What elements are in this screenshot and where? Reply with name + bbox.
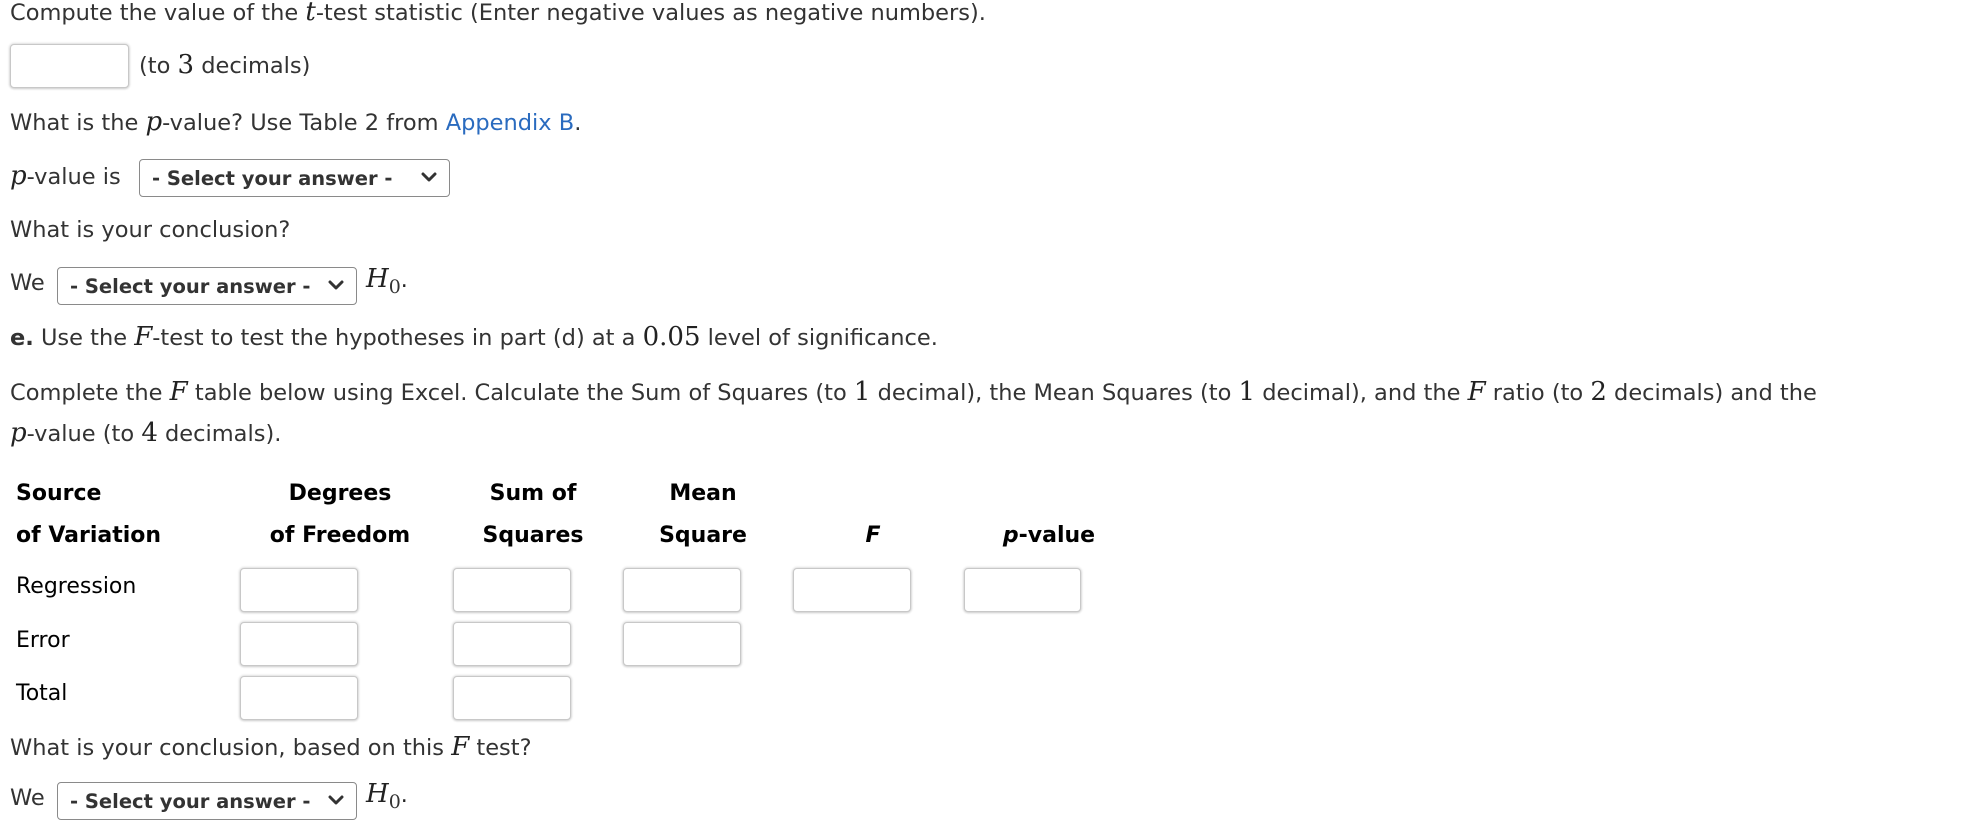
prompt-text: -test statistic (Enter negative values a…: [315, 0, 986, 26]
header-ss-1: Sum of: [489, 481, 577, 506]
regression-df-input[interactable]: [240, 568, 358, 612]
p-variable: p: [10, 418, 27, 448]
t-test-prompt: Compute the value of the t-test statisti…: [10, 0, 986, 27]
select-value: - Select your answer -: [70, 274, 311, 298]
hint-text: (to: [139, 53, 178, 79]
row-label-regression: Regression: [16, 574, 137, 599]
select-value: - Select your answer -: [152, 166, 393, 190]
f-variable: F: [134, 322, 153, 352]
prompt-text: decimal), the Mean Squares (to: [870, 380, 1239, 406]
we-label: We: [10, 270, 45, 296]
pvalue-prompt: What is the p-value? Use Table 2 from Ap…: [10, 107, 581, 137]
part-letter: e.: [10, 325, 34, 351]
hint-number: 3: [177, 50, 195, 80]
error-df-input[interactable]: [240, 622, 358, 666]
regression-f-input[interactable]: [793, 568, 911, 612]
conclusion-prompt: What is your conclusion?: [10, 217, 291, 243]
f-conclusion-prompt: What is your conclusion, based on this F…: [10, 732, 532, 762]
prompt-text: table below using Excel. Calculate the S…: [187, 380, 854, 406]
header-df-2: of Freedom: [269, 523, 411, 548]
instructions-line-2: p-value (to 4 decimals).: [10, 418, 281, 448]
f-variable: F: [169, 377, 188, 407]
prompt-text: decimal), and the: [1255, 380, 1468, 406]
conclusion-f-select[interactable]: - Select your answer -: [57, 782, 357, 820]
p-variable: p: [10, 161, 27, 191]
prompt-text: -value (to: [26, 421, 142, 447]
h-subscript: 0: [388, 276, 401, 298]
precision-number: 1: [853, 377, 871, 407]
error-ss-input[interactable]: [453, 622, 571, 666]
label-text: -value is: [26, 164, 121, 190]
h-letter: H: [366, 264, 389, 294]
chevron-down-icon: [328, 280, 344, 290]
prompt-text: -test to test the hypotheses in part (d)…: [152, 325, 643, 351]
prompt-text: decimals) and the: [1606, 380, 1817, 406]
row-label-error: Error: [16, 628, 70, 653]
f-variable: F: [451, 732, 470, 762]
header-text: -value: [1018, 523, 1096, 548]
p-variable: p: [145, 107, 163, 137]
hint-text: decimals): [194, 53, 311, 79]
instructions-line-1: Complete the F table below using Excel. …: [10, 377, 1817, 407]
prompt-text: ratio (to: [1485, 380, 1591, 406]
total-df-input[interactable]: [240, 676, 358, 720]
f-variable: F: [1467, 377, 1486, 407]
period: .: [400, 268, 408, 293]
regression-ms-input[interactable]: [623, 568, 741, 612]
select-value: - Select your answer -: [70, 789, 311, 813]
t-statistic-input[interactable]: [10, 44, 129, 88]
precision-number: 4: [141, 418, 158, 448]
header-source-2: of Variation: [16, 523, 162, 548]
prompt-text: What is the: [10, 110, 146, 136]
header-df-1: Degrees: [288, 481, 392, 506]
prompt-text: Use the: [33, 325, 135, 351]
error-ms-input[interactable]: [623, 622, 741, 666]
chevron-down-icon: [421, 172, 437, 182]
t-precision-hint: (to 3 decimals): [139, 50, 310, 80]
h0-symbol: H0.: [366, 264, 408, 298]
prompt-text: level of significance.: [700, 325, 938, 351]
appendix-b-link[interactable]: Appendix B: [446, 110, 575, 136]
prompt-text: test?: [469, 735, 532, 761]
row-label-total: Total: [16, 681, 68, 706]
regression-pvalue-input[interactable]: [964, 568, 1081, 612]
total-ss-input[interactable]: [453, 676, 571, 720]
part-e-prompt: e. Use the F-test to test the hypotheses…: [10, 322, 938, 352]
precision-number: 2: [1590, 377, 1607, 407]
prompt-text: -value? Use Table 2 from: [162, 110, 446, 136]
h0-symbol: H0.: [366, 779, 408, 813]
p-variable: p: [1002, 523, 1019, 548]
header-ms-2: Square: [659, 523, 747, 548]
regression-ss-input[interactable]: [453, 568, 571, 612]
header-source-1: Source: [16, 481, 102, 506]
conclusion-t-select[interactable]: - Select your answer -: [57, 267, 357, 305]
h-letter: H: [366, 779, 389, 809]
prompt-text: What is your conclusion, based on this: [10, 735, 452, 761]
h-subscript: 0: [388, 791, 401, 813]
precision-number: 1: [1238, 377, 1256, 407]
prompt-text: Compute the value of the: [10, 0, 306, 26]
prompt-text: Complete the: [10, 380, 170, 406]
header-pvalue: p-value: [964, 523, 1134, 548]
t-variable: t: [305, 0, 316, 27]
we-label: We: [10, 785, 45, 811]
header-ms-1: Mean: [669, 481, 737, 506]
significance-level: 0.05: [642, 322, 701, 352]
header-ss-2: Squares: [482, 523, 584, 548]
pvalue-label: p-value is: [10, 161, 121, 191]
period: .: [400, 783, 408, 808]
pvalue-select[interactable]: - Select your answer -: [139, 159, 450, 197]
prompt-text: decimals).: [157, 421, 282, 447]
prompt-text: .: [574, 110, 582, 136]
header-f: F: [865, 523, 881, 548]
chevron-down-icon: [328, 795, 344, 805]
